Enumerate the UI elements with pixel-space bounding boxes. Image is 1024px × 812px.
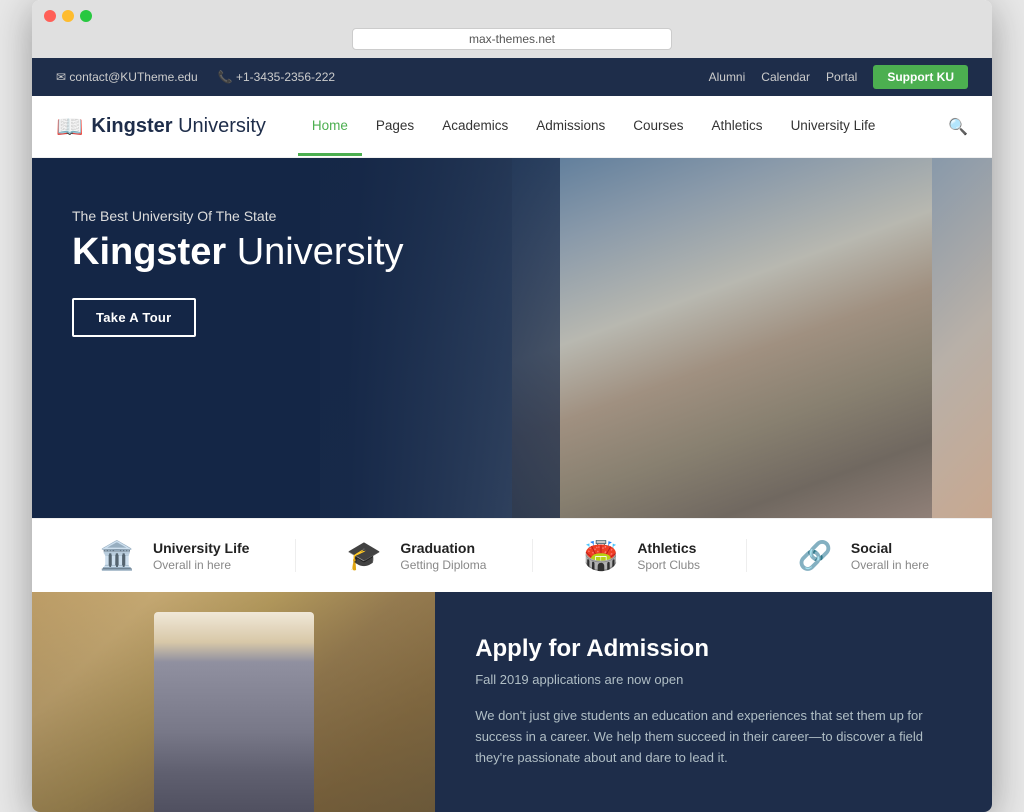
graduation-icon: 🎓 (342, 539, 386, 572)
browser-chrome: max-themes.net (32, 0, 992, 58)
dot-close[interactable] (44, 10, 56, 22)
website-content: ✉ contact@KUTheme.edu 📞 +1-3435-2356-222… (32, 58, 992, 812)
quick-item-university-life-sub: Overall in here (153, 558, 249, 572)
admission-section: Apply for Admission Fall 2019 applicatio… (32, 592, 992, 812)
dot-minimize[interactable] (62, 10, 74, 22)
quick-item-university-life-text: University Life Overall in here (153, 540, 249, 572)
admission-image-inner (32, 592, 435, 812)
nav-link-university-life[interactable]: University Life (777, 98, 890, 153)
nav-item-pages: Pages (362, 98, 428, 156)
quick-item-university-life-title: University Life (153, 540, 249, 556)
university-life-icon: 🏛️ (95, 539, 139, 572)
logo: 📖 Kingster University (56, 114, 266, 140)
envelope-icon: ✉ (56, 70, 66, 84)
alumni-link[interactable]: Alumni (709, 70, 746, 84)
divider-3 (746, 539, 747, 572)
quick-item-graduation-sub: Getting Diploma (400, 558, 486, 572)
social-icon: 🔗 (793, 539, 837, 572)
divider-2 (532, 539, 533, 572)
search-icon[interactable]: 🔍 (948, 117, 968, 137)
hero-section: The Best University Of The State Kingste… (32, 158, 992, 518)
dot-maximize[interactable] (80, 10, 92, 22)
email-contact: ✉ contact@KUTheme.edu (56, 70, 198, 84)
nav-link-pages[interactable]: Pages (362, 98, 428, 153)
hero-subtitle: The Best University Of The State (72, 208, 404, 224)
nav-item-admissions: Admissions (522, 98, 619, 156)
utility-right: Alumni Calendar Portal Support KU (709, 65, 968, 89)
quick-item-social: 🔗 Social Overall in here (793, 539, 929, 572)
nav-item-home: Home (298, 98, 362, 156)
logo-light: University (173, 115, 266, 137)
nav-item-athletics: Athletics (698, 98, 777, 156)
utility-left: ✉ contact@KUTheme.edu 📞 +1-3435-2356-222 (56, 70, 335, 84)
quick-item-social-title: Social (851, 540, 929, 556)
quick-item-athletics-sub: Sport Clubs (637, 558, 700, 572)
quick-item-social-sub: Overall in here (851, 558, 929, 572)
quick-item-athletics-text: Athletics Sport Clubs (637, 540, 700, 572)
quick-item-athletics-title: Athletics (637, 540, 700, 556)
admission-subtitle: Fall 2019 applications are now open (475, 669, 952, 690)
admission-title: Apply for Admission (475, 635, 952, 663)
quick-item-athletics: 🏟️ Athletics Sport Clubs (579, 539, 700, 572)
hero-student-image (512, 158, 932, 518)
logo-text: Kingster University (91, 115, 265, 138)
nav-link-admissions[interactable]: Admissions (522, 98, 619, 153)
browser-window: max-themes.net ✉ contact@KUTheme.edu 📞 +… (32, 0, 992, 812)
quick-item-social-text: Social Overall in here (851, 540, 929, 572)
hero-title-strong: Kingster (72, 231, 226, 273)
nav-link-courses[interactable]: Courses (619, 98, 697, 153)
support-button[interactable]: Support KU (873, 65, 968, 89)
main-nav: 📖 Kingster University Home Pages Academi… (32, 96, 992, 158)
admission-body: We don't just give students an education… (475, 705, 952, 769)
utility-bar: ✉ contact@KUTheme.edu 📞 +1-3435-2356-222… (32, 58, 992, 96)
browser-bar: max-themes.net (44, 28, 980, 58)
quick-item-graduation-text: Graduation Getting Diploma (400, 540, 486, 572)
logo-icon: 📖 (56, 114, 83, 140)
divider-1 (295, 539, 296, 572)
nav-link-academics[interactable]: Academics (428, 98, 522, 153)
take-tour-button[interactable]: Take A Tour (72, 298, 196, 337)
phone-contact: 📞 +1-3435-2356-222 (218, 70, 335, 84)
nav-links: Home Pages Academics Admissions Courses … (298, 98, 889, 156)
quick-item-graduation: 🎓 Graduation Getting Diploma (342, 539, 486, 572)
browser-dots (44, 10, 980, 22)
admission-content: Apply for Admission Fall 2019 applicatio… (435, 592, 992, 812)
athletics-icon: 🏟️ (579, 539, 623, 572)
professor-figure (154, 612, 314, 812)
hero-content: The Best University Of The State Kingste… (72, 208, 404, 337)
calendar-link[interactable]: Calendar (761, 70, 810, 84)
hero-title: Kingster University (72, 232, 404, 274)
portal-link[interactable]: Portal (826, 70, 857, 84)
nav-link-home[interactable]: Home (298, 98, 362, 156)
phone-icon: 📞 (218, 70, 233, 84)
quick-item-graduation-title: Graduation (400, 540, 486, 556)
quick-item-university-life: 🏛️ University Life Overall in here (95, 539, 249, 572)
admission-image (32, 592, 435, 812)
hero-title-light: University (226, 231, 403, 273)
url-bar[interactable]: max-themes.net (352, 28, 672, 50)
nav-item-courses: Courses (619, 98, 697, 156)
student-figure (512, 158, 932, 518)
logo-strong: Kingster (91, 115, 172, 137)
nav-item-academics: Academics (428, 98, 522, 156)
nav-item-university-life: University Life (777, 98, 890, 156)
quick-links-bar: 🏛️ University Life Overall in here 🎓 Gra… (32, 518, 992, 592)
nav-link-athletics[interactable]: Athletics (698, 98, 777, 153)
